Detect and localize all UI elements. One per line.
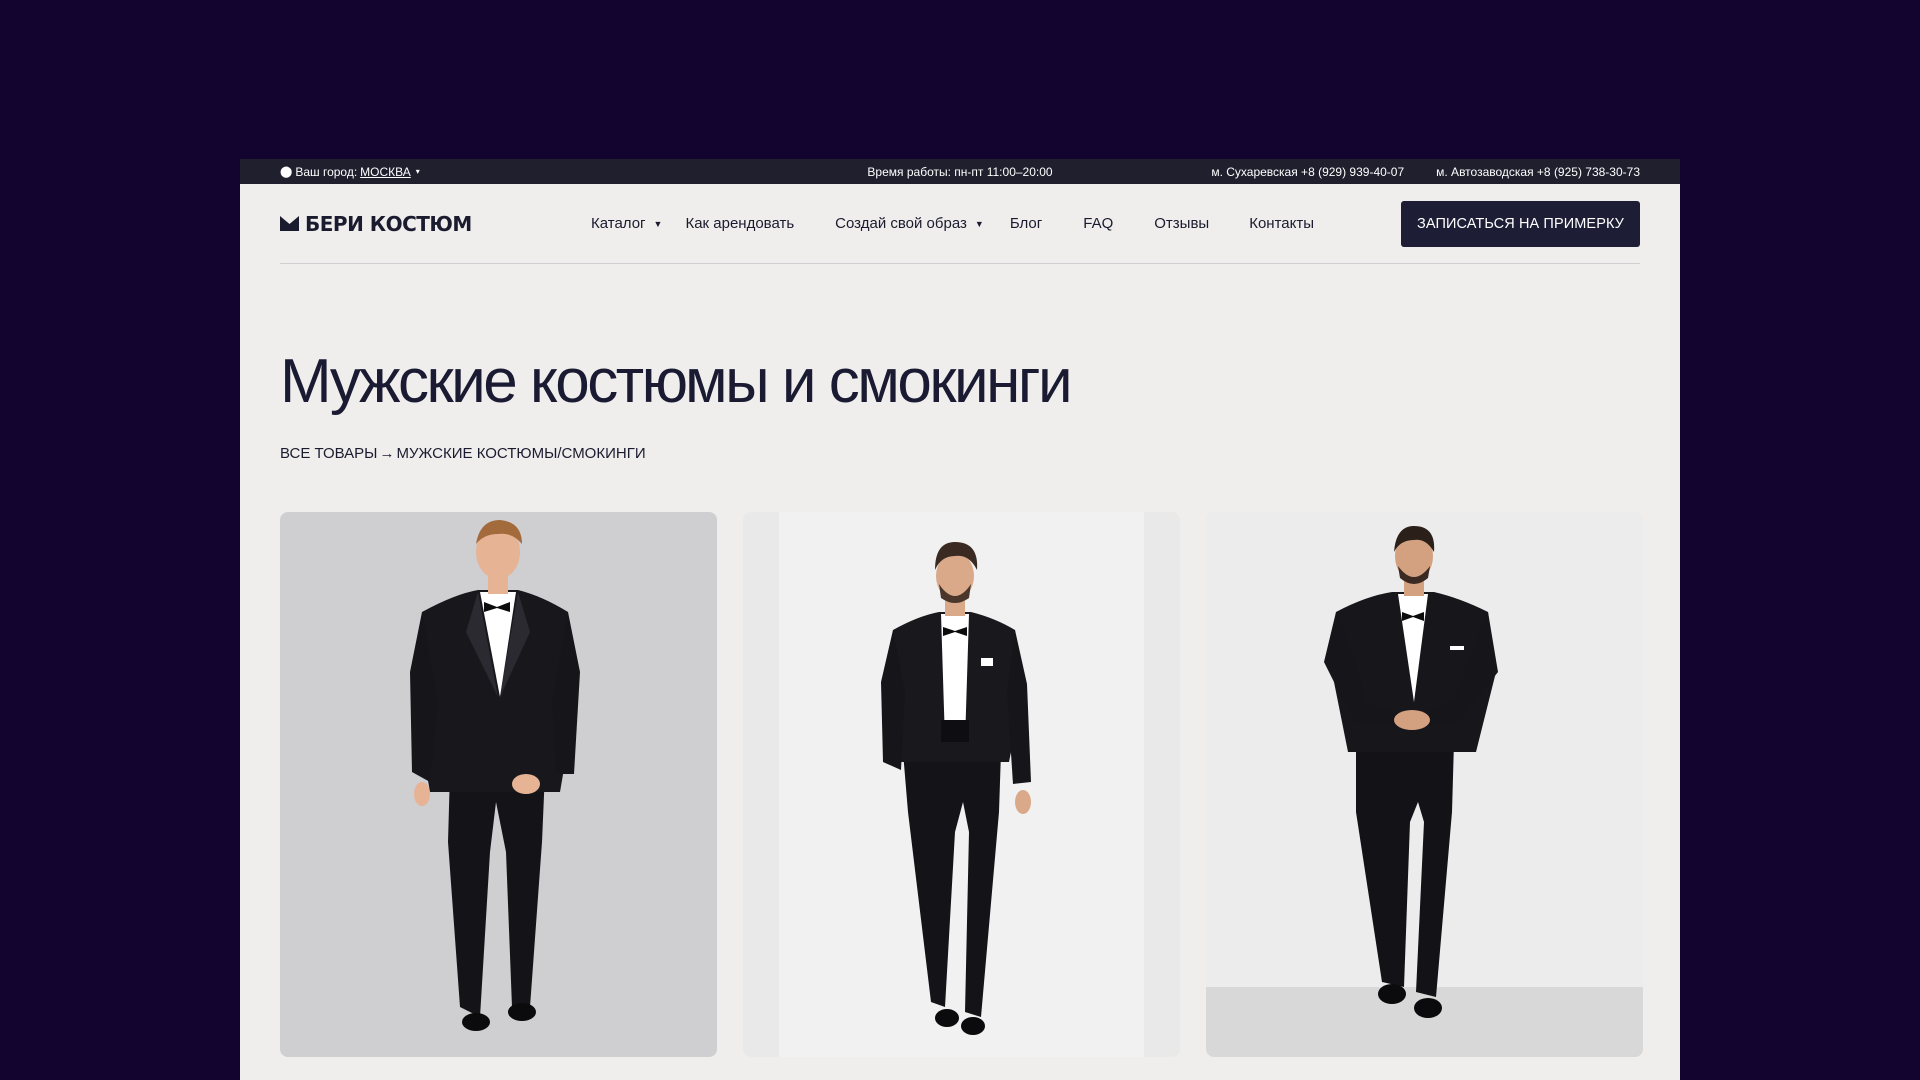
breadcrumb-current: МУЖСКИЕ КОСТЮМЫ/СМОКИНГИ <box>396 445 646 462</box>
site-frame: ⬤ Ваш город: МОСКВА ▾ Время работы: пн-п… <box>240 159 1680 1080</box>
nav-label: Отзывы <box>1154 215 1210 232</box>
nav-label: Контакты <box>1249 215 1314 232</box>
city-value[interactable]: МОСКВА <box>360 165 411 179</box>
tuxedo-model-photo-1 <box>280 512 717 1057</box>
nav-label: Как арендовать <box>685 215 795 232</box>
nav-label: Блог <box>1009 215 1043 232</box>
logo-mark-icon <box>280 216 299 231</box>
tuxedo-model-photo-3 <box>1206 512 1643 1057</box>
product-card[interactable] <box>1206 512 1643 1057</box>
nav-item-how-to-rent[interactable]: Как арендовать <box>685 215 794 232</box>
product-card[interactable] <box>280 512 717 1057</box>
city-label: Ваш город: <box>295 164 358 179</box>
page-title: Мужские костюмы и смокинги <box>280 347 1073 416</box>
location-pin-icon: ⬤ <box>280 166 293 178</box>
book-fitting-button[interactable]: ЗАПИСАТЬСЯ НА ПРИМЕРКУ <box>1401 200 1640 247</box>
chevron-down-icon: ▼ <box>974 218 984 229</box>
phones: м. Сухаревская +8 (929) 939-40-07 м. Авт… <box>1211 165 1640 179</box>
nav-label: FAQ <box>1083 215 1114 232</box>
chevron-down-icon: ▼ <box>653 218 663 229</box>
product-grid <box>280 512 1643 1057</box>
breadcrumb: ВСЕ ТОВАРЫ → МУЖСКИЕ КОСТЮМЫ/СМОКИНГИ <box>280 445 1680 462</box>
nav-item-create-look[interactable]: Создай свой образ ▼ <box>835 215 984 232</box>
breadcrumb-all-products[interactable]: ВСЕ ТОВАРЫ <box>280 445 377 462</box>
nav-item-reviews[interactable]: Отзывы <box>1154 215 1209 232</box>
tuxedo-model-photo-2 <box>743 512 1180 1057</box>
nav-label: Создай свой образ <box>835 215 967 232</box>
logo-text: БЕРИ КОСТЮМ <box>305 211 472 236</box>
nav-item-catalog[interactable]: Каталог ▼ <box>591 215 662 232</box>
nav-item-faq[interactable]: FAQ <box>1083 215 1113 232</box>
nav-label: Каталог <box>591 215 646 232</box>
top-info-bar: ⬤ Ваш город: МОСКВА ▾ Время работы: пн-п… <box>240 159 1680 184</box>
logo[interactable]: БЕРИ КОСТЮМ <box>280 212 472 236</box>
main-nav: Каталог ▼ Как арендовать Создай свой обр… <box>591 215 1314 232</box>
nav-item-blog[interactable]: Блог <box>1010 215 1042 232</box>
nav-item-contacts[interactable]: Контакты <box>1249 215 1314 232</box>
phone-avtozavodskaya[interactable]: м. Автозаводская +8 (925) 738-30-73 <box>1436 165 1640 179</box>
product-card[interactable] <box>743 512 1180 1057</box>
breadcrumb-arrow-icon: → <box>379 445 395 462</box>
chevron-down-icon: ▾ <box>415 167 420 176</box>
main-header: БЕРИ КОСТЮМ Каталог ▼ Как арендовать Соз… <box>280 184 1640 264</box>
phone-sukharevskaya[interactable]: м. Сухаревская +8 (929) 939-40-07 <box>1211 165 1404 179</box>
city-selector[interactable]: ⬤ Ваш город: МОСКВА ▾ <box>280 165 420 179</box>
